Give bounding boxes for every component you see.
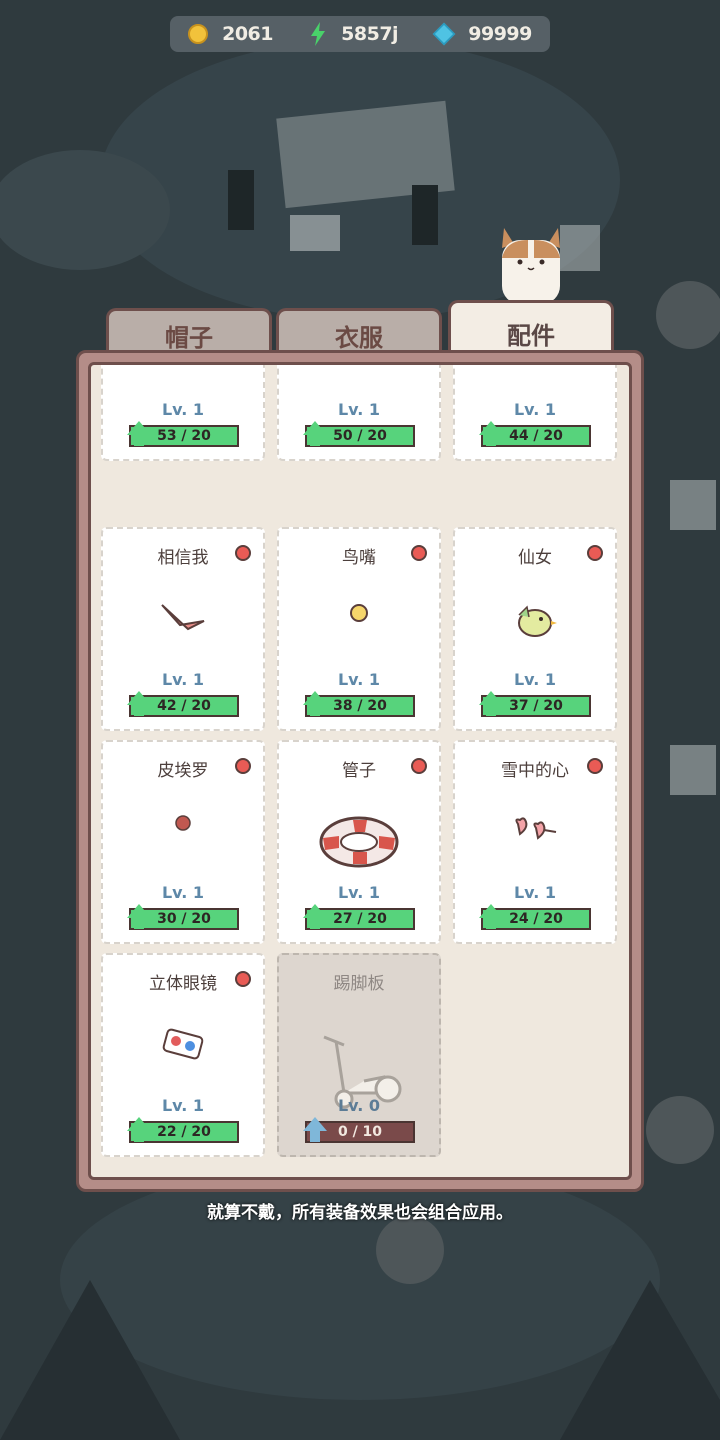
item-card[interactable]: 皮埃罗 Lv. 1 30 / 20 <box>101 740 265 944</box>
upgrade-arrow-icon <box>303 904 327 929</box>
item-card[interactable]: Lv. 1 50 / 20 <box>277 365 441 461</box>
upgrade-progress-bar: 27 / 20 <box>303 904 415 930</box>
item-level: Lv. 1 <box>513 400 557 419</box>
item-level: Lv. 1 <box>513 883 557 902</box>
upgrade-arrow-icon <box>127 421 151 446</box>
item-level: Lv. 1 <box>161 1096 205 1115</box>
gem-icon <box>432 22 456 46</box>
item-card[interactable]: 踢脚板 Lv. 0 0 / 10 <box>277 953 441 1157</box>
energy-amount: 5857j <box>341 23 399 45</box>
progress-text: 44 / 20 <box>509 428 563 444</box>
item-grid-container: Lv. 1 53 / 20 Lv. 1 50 / 20 Lv. 1 44 / 20 相信我 L… <box>88 362 632 1180</box>
item-level: Lv. 1 <box>337 400 381 419</box>
new-badge <box>235 545 251 561</box>
upgrade-progress-bar: 42 / 20 <box>127 691 239 717</box>
chick-icon <box>348 601 370 627</box>
hint-text: 就算不戴，所有装备效果也会组合应用。 <box>207 1203 513 1223</box>
clown-nose-icon <box>174 814 192 836</box>
progress-text: 37 / 20 <box>509 698 563 714</box>
item-card[interactable]: 管子 Lv. 1 27 / 20 <box>277 740 441 944</box>
coin-icon <box>188 24 209 44</box>
feathers-icon <box>324 365 394 371</box>
progress-text: 30 / 20 <box>157 911 211 927</box>
upgrade-arrow-icon <box>303 1117 327 1142</box>
progress-text: 53 / 20 <box>157 428 211 444</box>
item-card[interactable]: Lv. 1 53 / 20 <box>101 365 265 461</box>
upgrade-progress-bar: 38 / 20 <box>303 691 415 717</box>
item-level: Lv. 1 <box>513 670 557 689</box>
item-level: Lv. 1 <box>337 883 381 902</box>
upgrade-arrow-icon <box>479 904 503 929</box>
heart-glasses-icon <box>510 814 560 848</box>
progress-text: 38 / 20 <box>333 698 387 714</box>
beak-icon <box>158 601 208 641</box>
progress-text: 27 / 20 <box>333 911 387 927</box>
progress-text: 24 / 20 <box>509 911 563 927</box>
progress-text: 42 / 20 <box>157 698 211 714</box>
gold-amount: 2061 <box>222 23 273 45</box>
new-badge <box>411 758 427 774</box>
energy-counter: 5857j <box>309 22 399 46</box>
upgrade-progress-bar: 24 / 20 <box>479 904 591 930</box>
gold-counter: 2061 <box>188 23 273 45</box>
item-card[interactable]: 仙女 Lv. 1 37 / 20 <box>453 527 617 731</box>
item-level: Lv. 1 <box>161 670 205 689</box>
item-card[interactable]: 雪中的心 Lv. 1 24 / 20 <box>453 740 617 944</box>
upgrade-arrow-icon <box>127 691 151 716</box>
lightning-icon <box>311 22 326 46</box>
item-level: Lv. 1 <box>161 883 205 902</box>
gem-counter: 99999 <box>432 22 532 46</box>
upgrade-progress-bar: 37 / 20 <box>479 691 591 717</box>
progress-text: 0 / 10 <box>337 1124 383 1140</box>
swim-ring-icon <box>317 814 401 874</box>
upgrade-arrow-icon <box>479 421 503 446</box>
new-badge <box>235 971 251 987</box>
progress-text: 50 / 20 <box>333 428 387 444</box>
cat-mascot <box>502 228 560 304</box>
gem-amount: 99999 <box>468 23 532 45</box>
upgrade-progress-bar: 50 / 20 <box>303 421 415 447</box>
new-badge <box>411 545 427 561</box>
bird-icon <box>513 601 557 645</box>
new-badge <box>235 758 251 774</box>
upgrade-progress-bar: 44 / 20 <box>479 421 591 447</box>
upgrade-arrow-icon <box>127 1117 151 1142</box>
item-card[interactable]: 立体眼镜 Lv. 1 22 / 20 <box>101 953 265 1157</box>
upgrade-arrow-icon <box>127 904 151 929</box>
resource-bar: 2061 5857j 99999 <box>170 16 550 52</box>
new-badge <box>587 758 603 774</box>
upgrade-arrow-icon <box>303 691 327 716</box>
collar-icon <box>505 365 565 371</box>
upgrade-progress-bar: 0 / 10 <box>303 1117 415 1143</box>
upgrade-progress-bar: 53 / 20 <box>127 421 239 447</box>
item-card[interactable]: 鸟嘴 Lv. 1 38 / 20 <box>277 527 441 731</box>
item-level: Lv. 1 <box>161 400 205 419</box>
item-level: Lv. 1 <box>337 670 381 689</box>
progress-text: 22 / 20 <box>157 1124 211 1140</box>
upgrade-progress-bar: 30 / 20 <box>127 904 239 930</box>
3d-glasses-icon <box>161 1027 205 1067</box>
upgrade-arrow-icon <box>479 691 503 716</box>
upgrade-arrow-icon <box>303 421 327 446</box>
item-level: Lv. 0 <box>337 1096 381 1115</box>
item-card[interactable]: 相信我 Lv. 1 42 / 20 <box>101 527 265 731</box>
upgrade-progress-bar: 22 / 20 <box>127 1117 239 1143</box>
item-name: 踢脚板 <box>333 974 385 994</box>
new-badge <box>587 545 603 561</box>
item-card[interactable]: Lv. 1 44 / 20 <box>453 365 617 461</box>
